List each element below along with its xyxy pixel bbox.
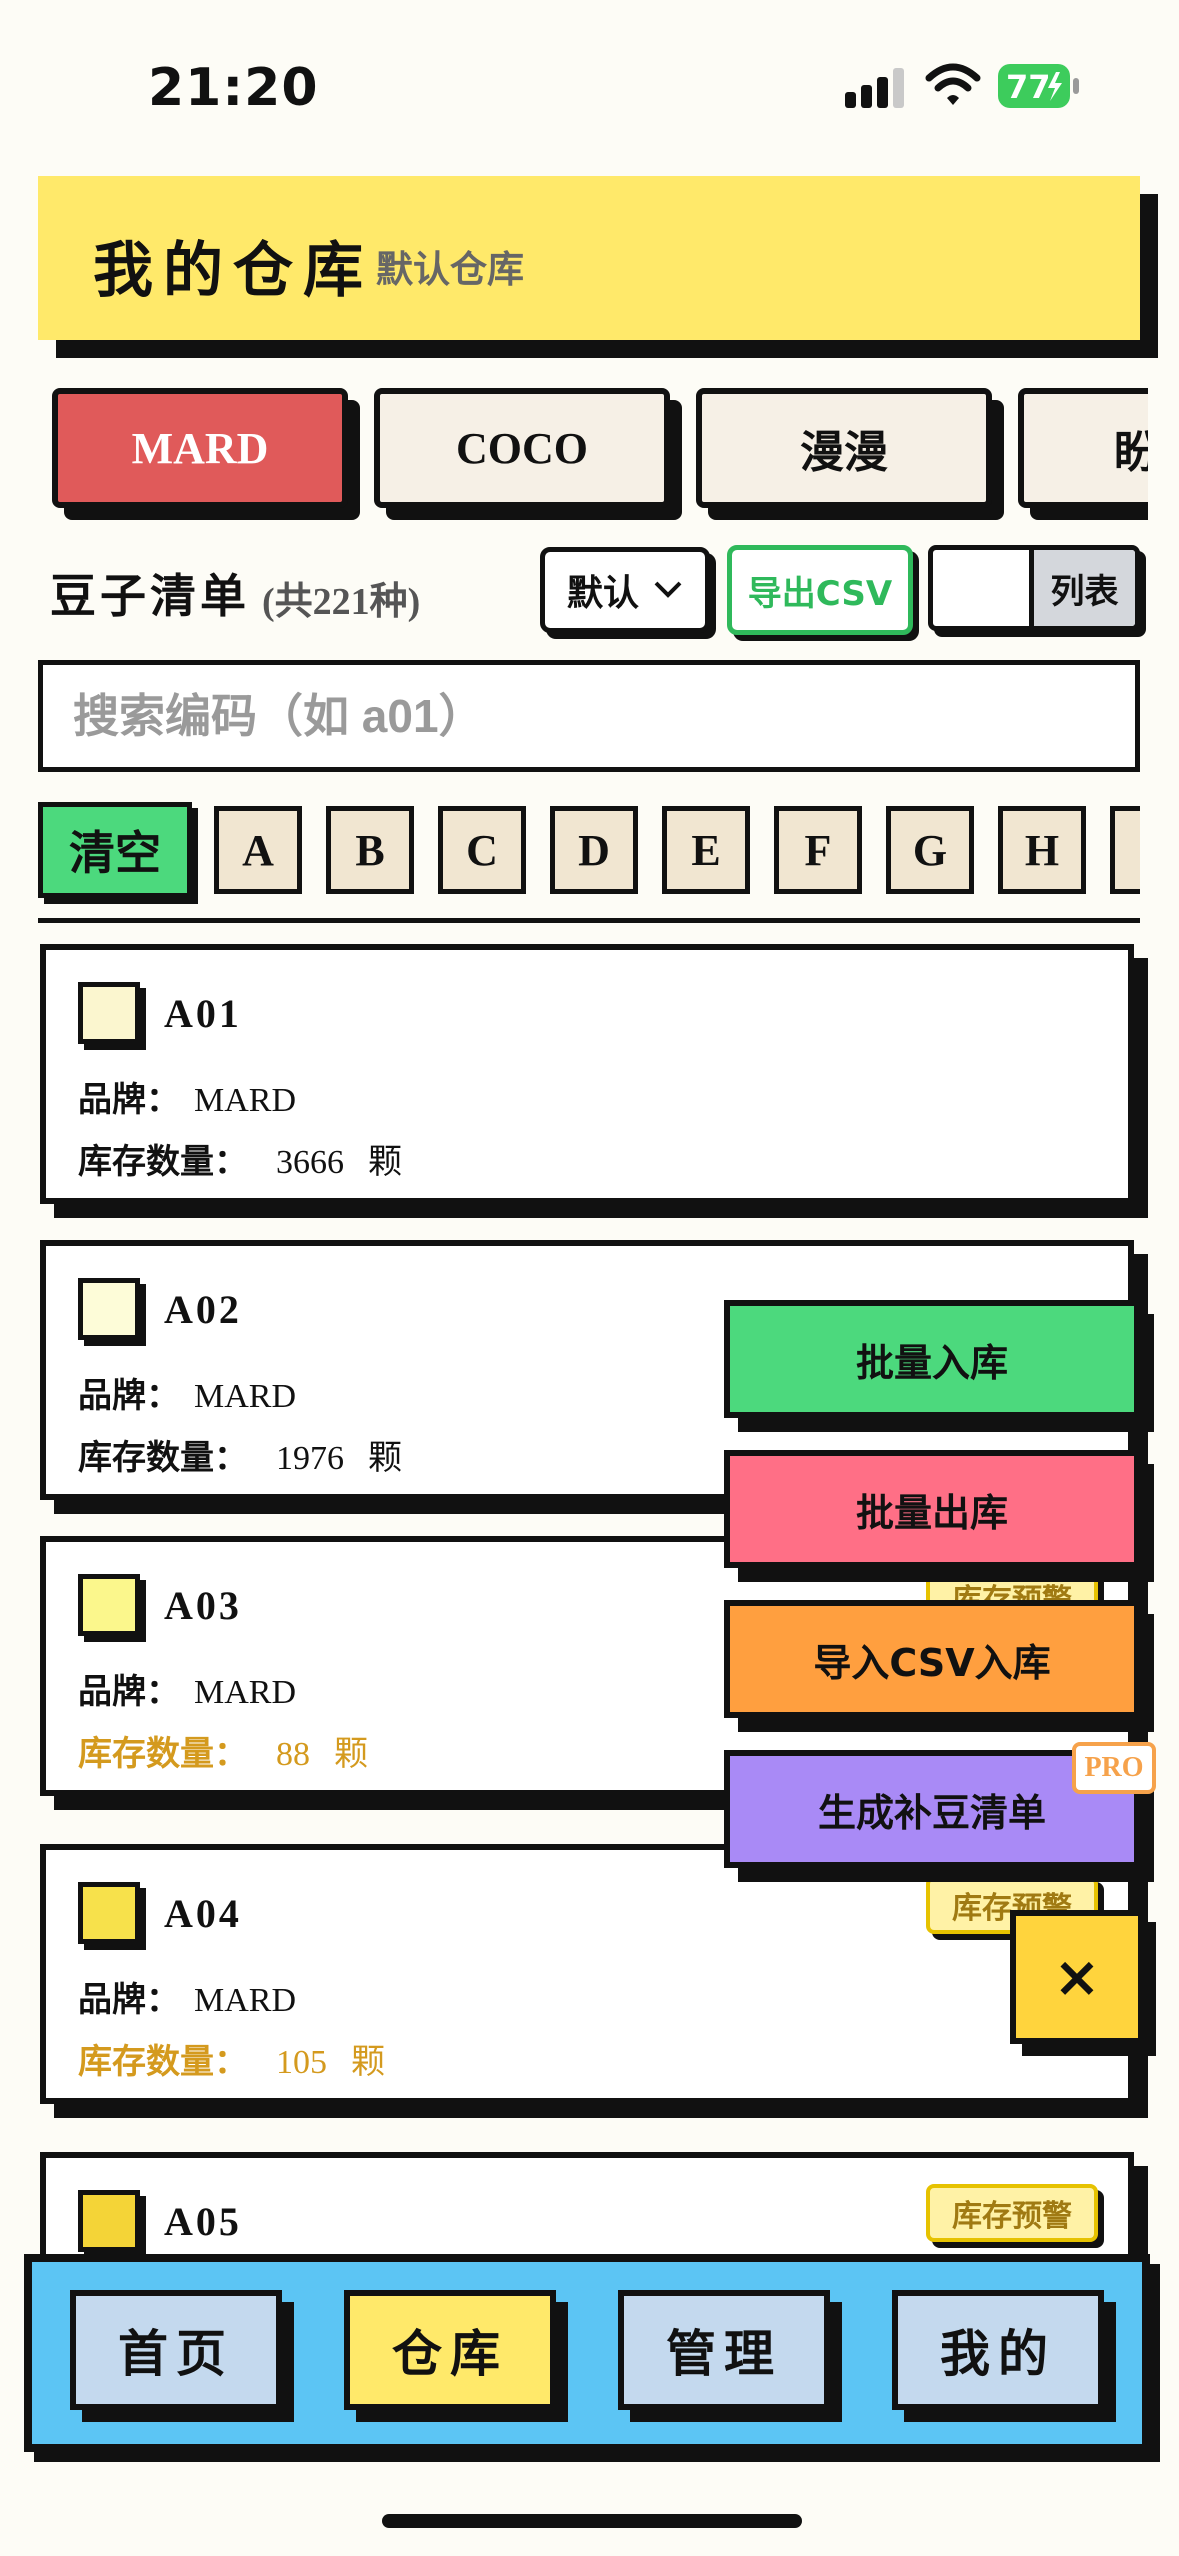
color-swatch bbox=[78, 982, 140, 1044]
bead-code: A05 bbox=[164, 2199, 242, 2244]
status-time: 21:20 bbox=[148, 58, 319, 118]
letter-e[interactable]: E bbox=[662, 806, 750, 894]
nav-warehouse[interactable]: 仓库 bbox=[344, 2290, 556, 2410]
brand-tab-manman[interactable]: 漫漫 bbox=[696, 388, 992, 508]
brand-tab-coco[interactable]: COCO bbox=[374, 388, 670, 508]
color-swatch bbox=[78, 2190, 140, 2252]
bead-stock: 库存数量： 88 颗 bbox=[78, 1734, 368, 1774]
export-csv-button[interactable]: 导出CSV bbox=[727, 545, 913, 635]
wifi-icon bbox=[925, 63, 981, 105]
bead-stock: 库存数量： 3666 颗 bbox=[78, 1142, 402, 1182]
nav-home[interactable]: 首页 bbox=[70, 2290, 282, 2410]
letter-h[interactable]: H bbox=[998, 806, 1086, 894]
color-swatch bbox=[78, 1278, 140, 1340]
bead-brand: 品牌： MARD bbox=[78, 1980, 297, 2020]
bead-stock: 库存数量： 1976 颗 bbox=[78, 1438, 402, 1478]
stock-warning-badge: 库存预警 bbox=[926, 2184, 1098, 2242]
nav-profile[interactable]: 我的 bbox=[892, 2290, 1104, 2410]
bead-code: A01 bbox=[164, 991, 242, 1036]
letter-i[interactable]: I bbox=[1110, 806, 1140, 894]
chevron-down-icon bbox=[654, 581, 682, 598]
bead-brand: 品牌： MARD bbox=[78, 1376, 297, 1416]
bead-card[interactable]: A04 库存预警 品牌： MARD 库存数量： 105 颗 bbox=[40, 1844, 1134, 2104]
search-input[interactable] bbox=[38, 660, 1140, 772]
page-title: 我的仓库 bbox=[93, 236, 373, 306]
batch-stock-out-button[interactable]: 批量出库 bbox=[724, 1450, 1140, 1568]
bead-code: A04 bbox=[164, 1891, 242, 1936]
warehouse-name[interactable]: 默认仓库 bbox=[376, 239, 524, 293]
sort-label: 默认 bbox=[566, 573, 639, 614]
letter-filter: 清空 A B C D E F G H I bbox=[38, 800, 1140, 910]
color-swatch bbox=[78, 1882, 140, 1944]
letter-d[interactable]: D bbox=[550, 806, 638, 894]
import-csv-button[interactable]: 导入CSV入库 bbox=[724, 1600, 1140, 1718]
letter-b[interactable]: B bbox=[326, 806, 414, 894]
close-menu-button[interactable]: × bbox=[1010, 1910, 1144, 2044]
list-title: 豆子清单 bbox=[50, 569, 250, 623]
letter-f[interactable]: F bbox=[774, 806, 862, 894]
brand-tabs: MARD COCO 漫漫 盼 bbox=[38, 370, 1148, 540]
letter-g[interactable]: G bbox=[886, 806, 974, 894]
nav-manage[interactable]: 管理 bbox=[618, 2290, 830, 2410]
bead-code: A02 bbox=[164, 1287, 242, 1332]
close-icon: × bbox=[1053, 1944, 1101, 2010]
bead-brand: 品牌： MARD bbox=[78, 1672, 297, 1712]
brand-tab-mard[interactable]: MARD bbox=[52, 388, 348, 508]
bead-brand: 品牌： MARD bbox=[78, 1080, 297, 1120]
cellular-signal-icon bbox=[845, 68, 904, 108]
color-swatch bbox=[78, 1574, 140, 1636]
brand-tab-pan[interactable]: 盼 bbox=[1018, 388, 1148, 508]
view-toggle[interactable]: 列表 bbox=[928, 545, 1140, 631]
bead-card[interactable]: A01 品牌： MARD 库存数量： 3666 颗 bbox=[40, 944, 1134, 1204]
bead-stock: 库存数量： 105 颗 bbox=[78, 2042, 385, 2082]
battery-level: 77 bbox=[1006, 68, 1051, 106]
sort-dropdown[interactable]: 默认 bbox=[540, 547, 710, 633]
divider bbox=[38, 918, 1140, 923]
home-indicator bbox=[382, 2514, 802, 2528]
page-header: 我的仓库 默认仓库 bbox=[38, 176, 1140, 340]
view-toggle-list[interactable]: 列表 bbox=[1029, 550, 1135, 626]
list-count: (共221种) bbox=[262, 581, 421, 623]
bottom-navigation: 首页 仓库 管理 我的 bbox=[24, 2254, 1150, 2452]
letter-c[interactable]: C bbox=[438, 806, 526, 894]
pro-badge: PRO bbox=[1072, 1742, 1156, 1794]
battery-icon: 77 bbox=[998, 64, 1080, 108]
batch-stock-in-button[interactable]: 批量入库 bbox=[724, 1300, 1140, 1418]
letter-a[interactable]: A bbox=[214, 806, 302, 894]
clear-filter-button[interactable]: 清空 bbox=[38, 802, 192, 898]
bead-code: A03 bbox=[164, 1583, 242, 1628]
